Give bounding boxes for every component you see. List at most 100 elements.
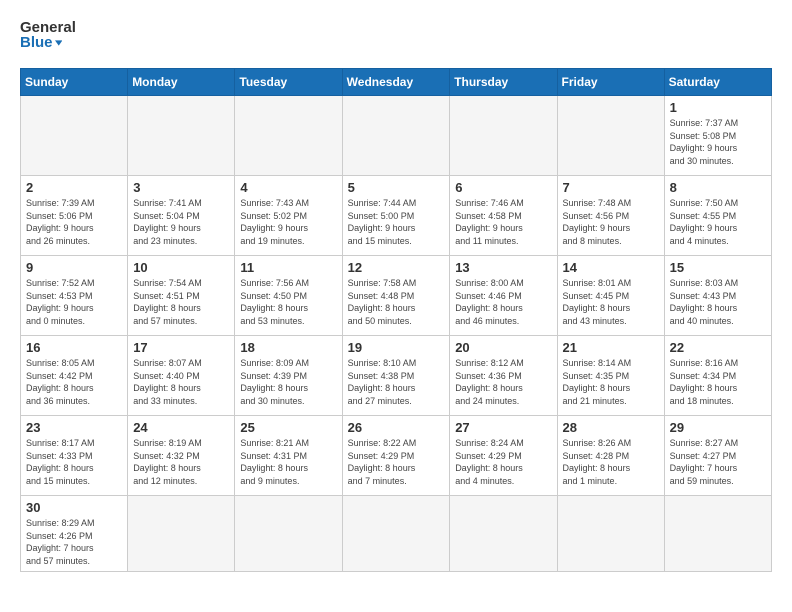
day-number: 10 [133,260,229,275]
day-number: 19 [348,340,445,355]
day-number: 14 [563,260,659,275]
day-info: Sunrise: 7:46 AM Sunset: 4:58 PM Dayligh… [455,197,551,247]
day-info: Sunrise: 8:00 AM Sunset: 4:46 PM Dayligh… [455,277,551,327]
calendar-cell: 23 Sunrise: 8:17 AM Sunset: 4:33 PM Dayli… [21,416,128,496]
calendar-cell: 30 Sunrise: 8:29 AM Sunset: 4:26 PM Dayli… [21,496,128,572]
calendar-week-row: 1Sunrise: 7:37 AM Sunset: 5:08 PM Daylig… [21,96,772,176]
calendar-cell: 24 Sunrise: 8:19 AM Sunset: 4:32 PM Dayli… [128,416,235,496]
calendar-cell: 19 Sunrise: 8:10 AM Sunset: 4:38 PM Dayli… [342,336,450,416]
col-header-friday: Friday [557,69,664,96]
day-number: 11 [240,260,336,275]
calendar-cell: 6 Sunrise: 7:46 AM Sunset: 4:58 PM Daylig… [450,176,557,256]
calendar-week-row: 2Sunrise: 7:39 AM Sunset: 5:06 PM Daylig… [21,176,772,256]
calendar-cell: 26 Sunrise: 8:22 AM Sunset: 4:29 PM Dayli… [342,416,450,496]
calendar-cell: 28Sunrise: 8:26 AM Sunset: 4:28 PM Dayli… [557,416,664,496]
calendar-cell: 11 Sunrise: 7:56 AM Sunset: 4:50 PM Dayli… [235,256,342,336]
day-info: Sunrise: 7:58 AM Sunset: 4:48 PM Dayligh… [348,277,445,327]
day-info: Sunrise: 8:14 AM Sunset: 4:35 PM Dayligh… [563,357,659,407]
calendar-cell [128,496,235,572]
day-info: Sunrise: 7:43 AM Sunset: 5:02 PM Dayligh… [240,197,336,247]
calendar-cell: 13 Sunrise: 8:00 AM Sunset: 4:46 PM Dayli… [450,256,557,336]
day-info: Sunrise: 7:39 AM Sunset: 5:06 PM Dayligh… [26,197,122,247]
day-number: 20 [455,340,551,355]
day-info: Sunrise: 7:48 AM Sunset: 4:56 PM Dayligh… [563,197,659,247]
day-number: 7 [563,180,659,195]
day-number: 29 [670,420,766,435]
day-info: Sunrise: 8:27 AM Sunset: 4:27 PM Dayligh… [670,437,766,487]
day-number: 24 [133,420,229,435]
day-info: Sunrise: 8:05 AM Sunset: 4:42 PM Dayligh… [26,357,122,407]
calendar-cell: 25Sunrise: 8:21 AM Sunset: 4:31 PM Dayli… [235,416,342,496]
day-info: Sunrise: 8:19 AM Sunset: 4:32 PM Dayligh… [133,437,229,487]
calendar-cell [21,96,128,176]
calendar-cell: 4 Sunrise: 7:43 AM Sunset: 5:02 PM Daylig… [235,176,342,256]
calendar-table: SundayMondayTuesdayWednesdayThursdayFrid… [20,68,772,572]
calendar-cell: 12 Sunrise: 7:58 AM Sunset: 4:48 PM Dayli… [342,256,450,336]
day-info: Sunrise: 7:56 AM Sunset: 4:50 PM Dayligh… [240,277,336,327]
calendar-cell: 10 Sunrise: 7:54 AM Sunset: 4:51 PM Dayli… [128,256,235,336]
calendar-cell: 1Sunrise: 7:37 AM Sunset: 5:08 PM Daylig… [664,96,771,176]
calendar-cell: 16 Sunrise: 8:05 AM Sunset: 4:42 PM Dayli… [21,336,128,416]
day-number: 26 [348,420,445,435]
day-number: 5 [348,180,445,195]
day-number: 4 [240,180,336,195]
calendar-cell: 15Sunrise: 8:03 AM Sunset: 4:43 PM Dayli… [664,256,771,336]
day-info: Sunrise: 7:41 AM Sunset: 5:04 PM Dayligh… [133,197,229,247]
day-info: Sunrise: 8:16 AM Sunset: 4:34 PM Dayligh… [670,357,766,407]
day-info: Sunrise: 8:01 AM Sunset: 4:45 PM Dayligh… [563,277,659,327]
col-header-sunday: Sunday [21,69,128,96]
day-info: Sunrise: 8:29 AM Sunset: 4:26 PM Dayligh… [26,517,122,567]
day-number: 21 [563,340,659,355]
calendar-cell [128,96,235,176]
day-number: 23 [26,420,122,435]
calendar-week-row: 9 Sunrise: 7:52 AM Sunset: 4:53 PM Daylig… [21,256,772,336]
col-header-saturday: Saturday [664,69,771,96]
calendar-cell [342,496,450,572]
day-number: 8 [670,180,766,195]
calendar-cell: 9 Sunrise: 7:52 AM Sunset: 4:53 PM Daylig… [21,256,128,336]
calendar-cell [557,496,664,572]
day-number: 6 [455,180,551,195]
logo: General Blue [20,20,62,58]
day-info: Sunrise: 7:52 AM Sunset: 4:53 PM Dayligh… [26,277,122,327]
day-info: Sunrise: 8:12 AM Sunset: 4:36 PM Dayligh… [455,357,551,407]
day-number: 16 [26,340,122,355]
day-info: Sunrise: 7:54 AM Sunset: 4:51 PM Dayligh… [133,277,229,327]
day-number: 15 [670,260,766,275]
day-info: Sunrise: 8:26 AM Sunset: 4:28 PM Dayligh… [563,437,659,487]
day-info: Sunrise: 8:22 AM Sunset: 4:29 PM Dayligh… [348,437,445,487]
day-info: Sunrise: 8:24 AM Sunset: 4:29 PM Dayligh… [455,437,551,487]
calendar-cell [450,96,557,176]
day-number: 3 [133,180,229,195]
day-number: 18 [240,340,336,355]
calendar-cell: 18 Sunrise: 8:09 AM Sunset: 4:39 PM Dayli… [235,336,342,416]
day-info: Sunrise: 8:21 AM Sunset: 4:31 PM Dayligh… [240,437,336,487]
day-number: 30 [26,500,122,515]
calendar-cell: 29 Sunrise: 8:27 AM Sunset: 4:27 PM Dayli… [664,416,771,496]
day-info: Sunrise: 8:09 AM Sunset: 4:39 PM Dayligh… [240,357,336,407]
page-header: General Blue [20,20,772,58]
calendar-cell: 22Sunrise: 8:16 AM Sunset: 4:34 PM Dayli… [664,336,771,416]
day-info: Sunrise: 7:37 AM Sunset: 5:08 PM Dayligh… [670,117,766,167]
calendar-cell [235,496,342,572]
day-info: Sunrise: 8:10 AM Sunset: 4:38 PM Dayligh… [348,357,445,407]
day-number: 27 [455,420,551,435]
logo-triangle-icon [55,36,62,50]
calendar-cell: 3 Sunrise: 7:41 AM Sunset: 5:04 PM Daylig… [128,176,235,256]
calendar-cell: 5Sunrise: 7:44 AM Sunset: 5:00 PM Daylig… [342,176,450,256]
col-header-wednesday: Wednesday [342,69,450,96]
day-number: 9 [26,260,122,275]
calendar-cell: 2Sunrise: 7:39 AM Sunset: 5:06 PM Daylig… [21,176,128,256]
day-info: Sunrise: 8:17 AM Sunset: 4:33 PM Dayligh… [26,437,122,487]
col-header-thursday: Thursday [450,69,557,96]
calendar-week-row: 30 Sunrise: 8:29 AM Sunset: 4:26 PM Dayli… [21,496,772,572]
day-number: 12 [348,260,445,275]
day-number: 13 [455,260,551,275]
calendar-cell: 21 Sunrise: 8:14 AM Sunset: 4:35 PM Dayli… [557,336,664,416]
calendar-week-row: 23 Sunrise: 8:17 AM Sunset: 4:33 PM Dayli… [21,416,772,496]
calendar-cell [235,96,342,176]
col-header-tuesday: Tuesday [235,69,342,96]
calendar-cell: 7 Sunrise: 7:48 AM Sunset: 4:56 PM Daylig… [557,176,664,256]
col-header-monday: Monday [128,69,235,96]
calendar-header-row: SundayMondayTuesdayWednesdayThursdayFrid… [21,69,772,96]
